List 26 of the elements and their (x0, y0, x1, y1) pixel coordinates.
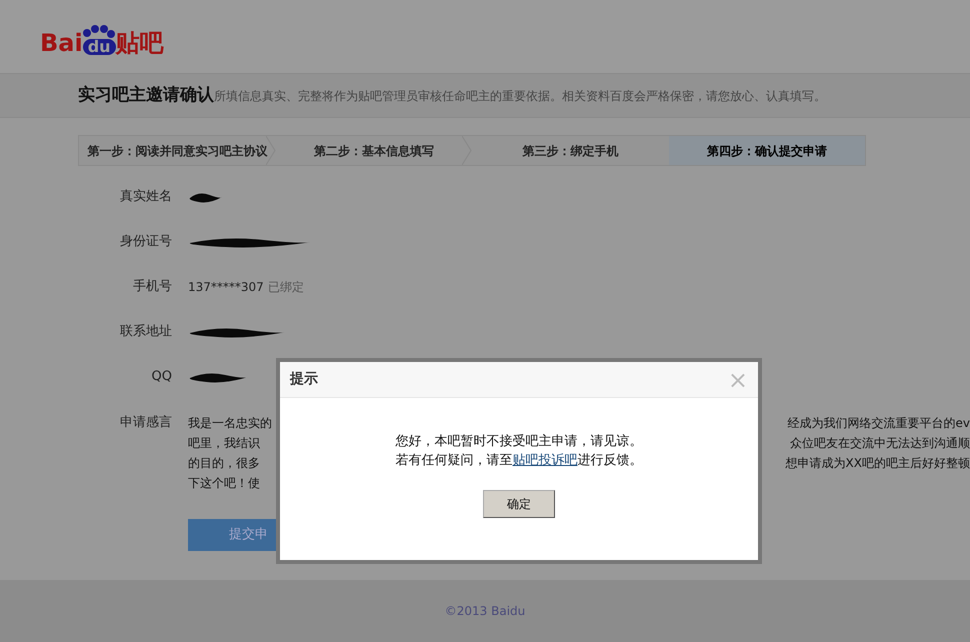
copyright: ©2013 Baidu (444, 603, 526, 620)
phone-number: 137*****307 (188, 278, 264, 296)
complaint-link[interactable]: 贴吧投诉吧 (512, 453, 578, 468)
statement-text: 下这个吧！使 (188, 475, 260, 492)
page-title: 实习吧主邀请确认 (78, 84, 214, 107)
field-label: 真实姓名 (119, 188, 172, 206)
step-label: 第四步：确认提交申请 (668, 136, 865, 165)
field-label: QQ (150, 368, 172, 386)
field-label: 身份证号 (119, 232, 172, 251)
statement-text: 众位吧友在交流中无法达到沟通顺 (790, 435, 970, 452)
statement-text: 吧里，我结识 (188, 435, 260, 452)
paw-icon (83, 25, 116, 38)
dialog-message: 您好，本吧暂时不接受吧主申请，请见谅。 (396, 433, 642, 451)
dialog-title: 提示 (290, 370, 318, 389)
field-label: 申请感言 (119, 414, 172, 432)
field-label: 手机号 (132, 278, 172, 296)
bound-status: 已绑定 (268, 278, 304, 296)
statement-text: 想申请成为XX吧的吧主后好好整顿 (786, 455, 970, 472)
logo[interactable]: Bai du 贴吧 (40, 25, 164, 55)
ok-button[interactable]: 确定 (483, 490, 555, 518)
statement-text: 的目的，很多 (188, 455, 260, 472)
statement-text: 我是一名忠实的 (188, 415, 272, 432)
page-subtitle: 所填信息真实、完整将作为贴吧管理员审核任命吧主的重要依据。相关资料百度会严格保密，请您放心、认真填写。 (214, 88, 826, 104)
dialog-message: 若有任何疑问，请至贴吧投诉吧进行反馈。 (396, 452, 642, 470)
field-label: 联系地址 (119, 322, 172, 341)
statement-text: 经成为我们网络交流重要平台的ev (788, 415, 970, 432)
